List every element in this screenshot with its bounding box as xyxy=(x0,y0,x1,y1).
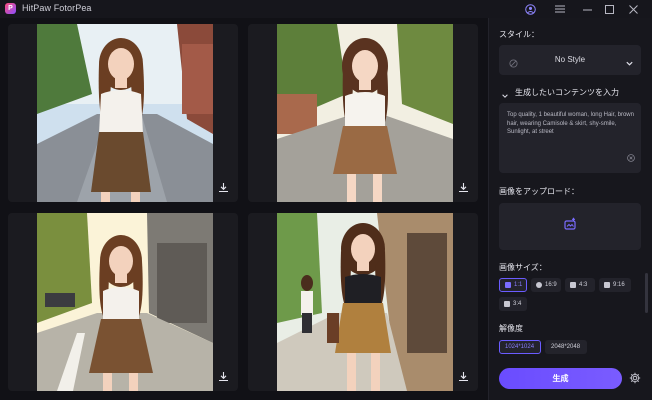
generated-image-4[interactable] xyxy=(277,213,453,391)
download-button-2[interactable] xyxy=(456,180,470,194)
generate-button[interactable]: 生成 xyxy=(499,368,622,389)
style-select[interactable]: No Style xyxy=(499,45,641,75)
twitter-icon xyxy=(504,301,510,307)
gear-icon[interactable] xyxy=(628,371,642,385)
prompt-label: 生成したいコンテンツを入力 xyxy=(515,88,619,97)
account-icon[interactable] xyxy=(523,2,537,16)
result-tile-1[interactable] xyxy=(8,24,238,202)
app-title: HitPaw FotorPea xyxy=(22,3,92,13)
style-select-value: No Style xyxy=(554,55,586,64)
resolution-label: 解像度 xyxy=(499,324,523,333)
result-gallery xyxy=(8,24,482,392)
image-upload-icon xyxy=(563,217,577,236)
generated-image-1[interactable] xyxy=(37,24,213,202)
download-button-1[interactable] xyxy=(216,180,230,194)
prompt-input[interactable]: Top quality, 1 beautiful woman, long Hai… xyxy=(499,103,641,173)
twitter-icon xyxy=(570,282,576,288)
maximize-icon[interactable] xyxy=(602,2,616,16)
landscape-icon xyxy=(536,282,542,288)
size-option-3-4[interactable]: 3:4 xyxy=(499,297,527,311)
generated-image-3[interactable] xyxy=(37,213,213,391)
resolution-option-1024[interactable]: 1024*1024 xyxy=(499,340,541,354)
upload-label: 画像をアップロード： xyxy=(499,187,579,196)
menu-icon[interactable] xyxy=(553,2,567,16)
generated-image-2[interactable] xyxy=(277,24,453,202)
minimize-icon[interactable] xyxy=(580,2,594,16)
panel-scrollbar[interactable] xyxy=(645,273,648,313)
style-label: スタイル： xyxy=(499,30,539,39)
size-option-1-1[interactable]: 1:1 xyxy=(499,278,527,292)
prompt-text[interactable]: Top quality, 1 beautiful woman, long Hai… xyxy=(507,111,635,137)
app-logo-icon: P xyxy=(5,3,16,14)
upload-image-area[interactable] xyxy=(499,203,641,250)
download-button-3[interactable] xyxy=(216,369,230,383)
resolution-option-2048[interactable]: 2048*2048 xyxy=(545,340,587,354)
prompt-section-toggle[interactable]: 生成したいコンテンツを入力 xyxy=(499,86,641,98)
close-icon[interactable] xyxy=(626,2,640,16)
clear-icon[interactable] xyxy=(627,149,635,167)
size-option-9-16[interactable]: 9:16 xyxy=(599,278,631,292)
square-icon xyxy=(505,282,511,288)
chevron-down-icon xyxy=(625,55,634,73)
result-tile-3[interactable] xyxy=(8,213,238,391)
size-option-16-9[interactable]: 16:9 xyxy=(531,278,561,292)
settings-panel: スタイル： No Style 生成したいコンテンツを入力 Top quality… xyxy=(488,18,652,400)
portrait-icon xyxy=(604,282,610,288)
result-tile-2[interactable] xyxy=(248,24,478,202)
title-bar: P HitPaw FotorPea xyxy=(0,0,652,18)
size-option-4-3[interactable]: 4:3 xyxy=(565,278,595,292)
result-tile-4[interactable] xyxy=(248,213,478,391)
size-label: 画像サイズ： xyxy=(499,263,547,272)
download-button-4[interactable] xyxy=(456,369,470,383)
